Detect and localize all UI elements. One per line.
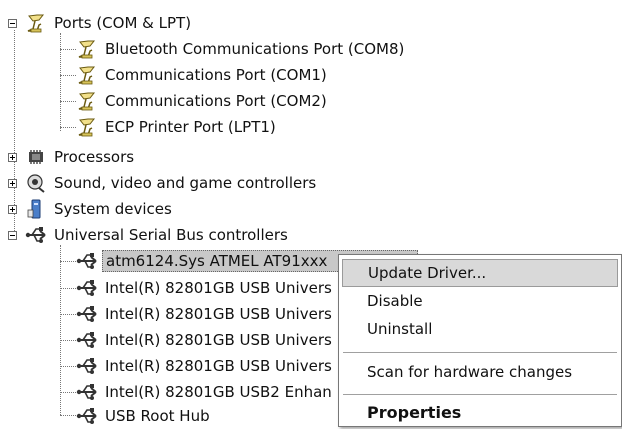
scan-hardware-menu-item[interactable]: Scan for hardware changes (339, 358, 621, 386)
tree-label: Universal Serial Bus controllers (54, 226, 288, 244)
tree-label: Sound, video and game controllers (54, 174, 317, 192)
collapse-icon[interactable] (8, 18, 17, 28)
tree-node-usb-child[interactable]: Intel(R) 82801GB USB Univers (76, 327, 335, 353)
tree-label: Intel(R) 82801GB USB Univers (105, 305, 332, 323)
port-icon (27, 14, 44, 33)
tree-node-port-child[interactable]: Communications Port (COM2) (76, 88, 330, 114)
context-menu: Update Driver... Disable Uninstall Scan … (338, 254, 622, 427)
expand-icon[interactable] (8, 204, 17, 214)
tree-label: Ports (COM & LPT) (54, 14, 192, 32)
menu-separator (343, 352, 617, 353)
tree-node-usb-child[interactable]: Intel(R) 82801GB USB Univers (76, 301, 335, 327)
computer-icon (27, 199, 41, 219)
tree-label: Communications Port (COM1) (105, 66, 327, 84)
tree-label: Processors (54, 148, 135, 166)
tree-label: USB Root Hub (105, 407, 210, 425)
port-icon (78, 118, 95, 137)
uninstall-menu-item[interactable]: Uninstall (339, 315, 621, 343)
collapse-icon[interactable] (8, 230, 17, 240)
tree-line (60, 366, 76, 367)
processor-icon (29, 150, 43, 164)
usb-icon (76, 252, 97, 270)
tree-node-ports[interactable]: Ports (COM & LPT) (8, 10, 194, 36)
usb-icon (76, 279, 97, 297)
tree-node-usb-child[interactable]: Intel(R) 82801GB USB Univers (76, 275, 335, 301)
tree-line (60, 101, 76, 102)
speaker-icon (27, 174, 45, 193)
update-driver-menu-item[interactable]: Update Driver... (342, 259, 618, 287)
tree-line (60, 261, 76, 262)
properties-menu-item[interactable]: Properties (339, 398, 621, 426)
tree-node-port-child[interactable]: Bluetooth Communications Port (COM8) (76, 36, 407, 62)
tree-line (60, 245, 61, 415)
tree-node-system[interactable]: System devices (8, 196, 175, 222)
tree-node-port-child[interactable]: ECP Printer Port (LPT1) (76, 114, 279, 140)
tree-node-port-child[interactable]: Communications Port (COM1) (76, 62, 330, 88)
tree-label: Intel(R) 82801GB USB Univers (105, 331, 332, 349)
expand-icon[interactable] (8, 152, 17, 162)
tree-node-usb-child[interactable]: USB Root Hub (76, 403, 213, 429)
tree-line (60, 127, 76, 128)
tree-label: Intel(R) 82801GB USB Univers (105, 279, 332, 297)
tree-line (60, 33, 61, 131)
tree-label: Intel(R) 82801GB USB2 Enhan (105, 383, 332, 401)
port-icon (78, 40, 95, 59)
tree-node-usb[interactable]: Universal Serial Bus controllers (8, 222, 291, 248)
tree-line (60, 415, 76, 416)
tree-node-processors[interactable]: Processors (8, 144, 137, 170)
tree-node-sound[interactable]: Sound, video and game controllers (8, 170, 319, 196)
usb-icon (76, 331, 97, 349)
tree-label: System devices (54, 200, 172, 218)
tree-line (60, 288, 76, 289)
usb-icon (76, 305, 97, 323)
port-icon (78, 66, 95, 85)
tree-label: Bluetooth Communications Port (COM8) (105, 40, 405, 58)
expand-icon[interactable] (8, 178, 17, 188)
usb-icon (76, 383, 97, 401)
usb-icon (76, 357, 97, 375)
tree-line (60, 392, 76, 393)
tree-label: Communications Port (COM2) (105, 92, 327, 110)
port-icon (78, 92, 95, 111)
tree-label: Intel(R) 82801GB USB Univers (105, 357, 332, 375)
tree-line (60, 75, 76, 76)
tree-line (60, 340, 76, 341)
usb-icon (25, 226, 46, 244)
tree-line (60, 314, 76, 315)
tree-line (60, 49, 76, 50)
usb-icon (76, 407, 97, 425)
disable-menu-item[interactable]: Disable (339, 287, 621, 315)
tree-node-usb-child[interactable]: Intel(R) 82801GB USB Univers (76, 353, 335, 379)
tree-label: ECP Printer Port (LPT1) (105, 118, 276, 136)
tree-node-usb-child[interactable]: Intel(R) 82801GB USB2 Enhan (76, 379, 335, 405)
menu-separator (343, 394, 617, 395)
